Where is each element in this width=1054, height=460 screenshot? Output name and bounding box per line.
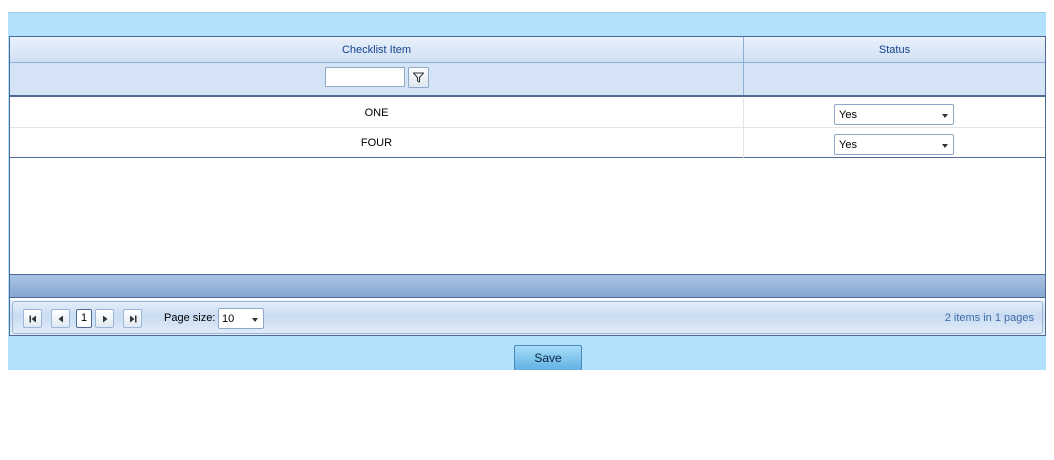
next-page-button[interactable] (95, 309, 114, 328)
status-dropdown[interactable]: Yes (834, 104, 954, 125)
last-page-icon (130, 315, 137, 323)
column-divider (743, 63, 744, 95)
status-dropdown[interactable]: Yes (834, 134, 954, 155)
first-page-icon (29, 315, 36, 323)
previous-page-button[interactable] (51, 309, 70, 328)
filter-button[interactable] (408, 67, 429, 88)
status-value: Yes (839, 139, 857, 151)
chevron-down-icon (252, 318, 258, 322)
checklist-item-filter-input[interactable] (325, 67, 405, 87)
column-header-checklist-item[interactable]: Checklist Item (10, 37, 744, 62)
checklist-item-cell: ONE (10, 98, 744, 128)
first-page-button[interactable] (23, 309, 42, 328)
current-page-number[interactable]: 1 (76, 309, 92, 328)
grid-empty-area (10, 158, 1045, 274)
previous-page-icon (58, 315, 63, 323)
chevron-down-icon (942, 114, 948, 118)
page-size-dropdown[interactable]: 10 (218, 308, 264, 329)
table-row: FOUR Yes (10, 128, 1045, 158)
table-row: ONE Yes (10, 98, 1045, 128)
next-page-icon (103, 315, 108, 323)
grid-footer (10, 274, 1045, 298)
column-header-status[interactable]: Status (744, 37, 1045, 62)
pager-bar: 1 Page size: 10 2 items in 1 pages (10, 300, 1045, 335)
page-size-label: Page size: (164, 312, 216, 324)
filter-icon (413, 72, 424, 83)
status-value: Yes (839, 109, 857, 121)
save-button[interactable]: Save (514, 345, 582, 370)
checklist-item-cell: FOUR (10, 128, 744, 158)
checklist-grid: Checklist Item Status ONE Yes FOUR Yes 1… (9, 36, 1046, 336)
filter-row (10, 63, 1045, 97)
chevron-down-icon (942, 144, 948, 148)
grid-header-row: Checklist Item Status (10, 37, 1045, 63)
pager-info: 2 items in 1 pages (944, 312, 1034, 324)
page-size-value: 10 (222, 313, 235, 325)
last-page-button[interactable] (123, 309, 142, 328)
